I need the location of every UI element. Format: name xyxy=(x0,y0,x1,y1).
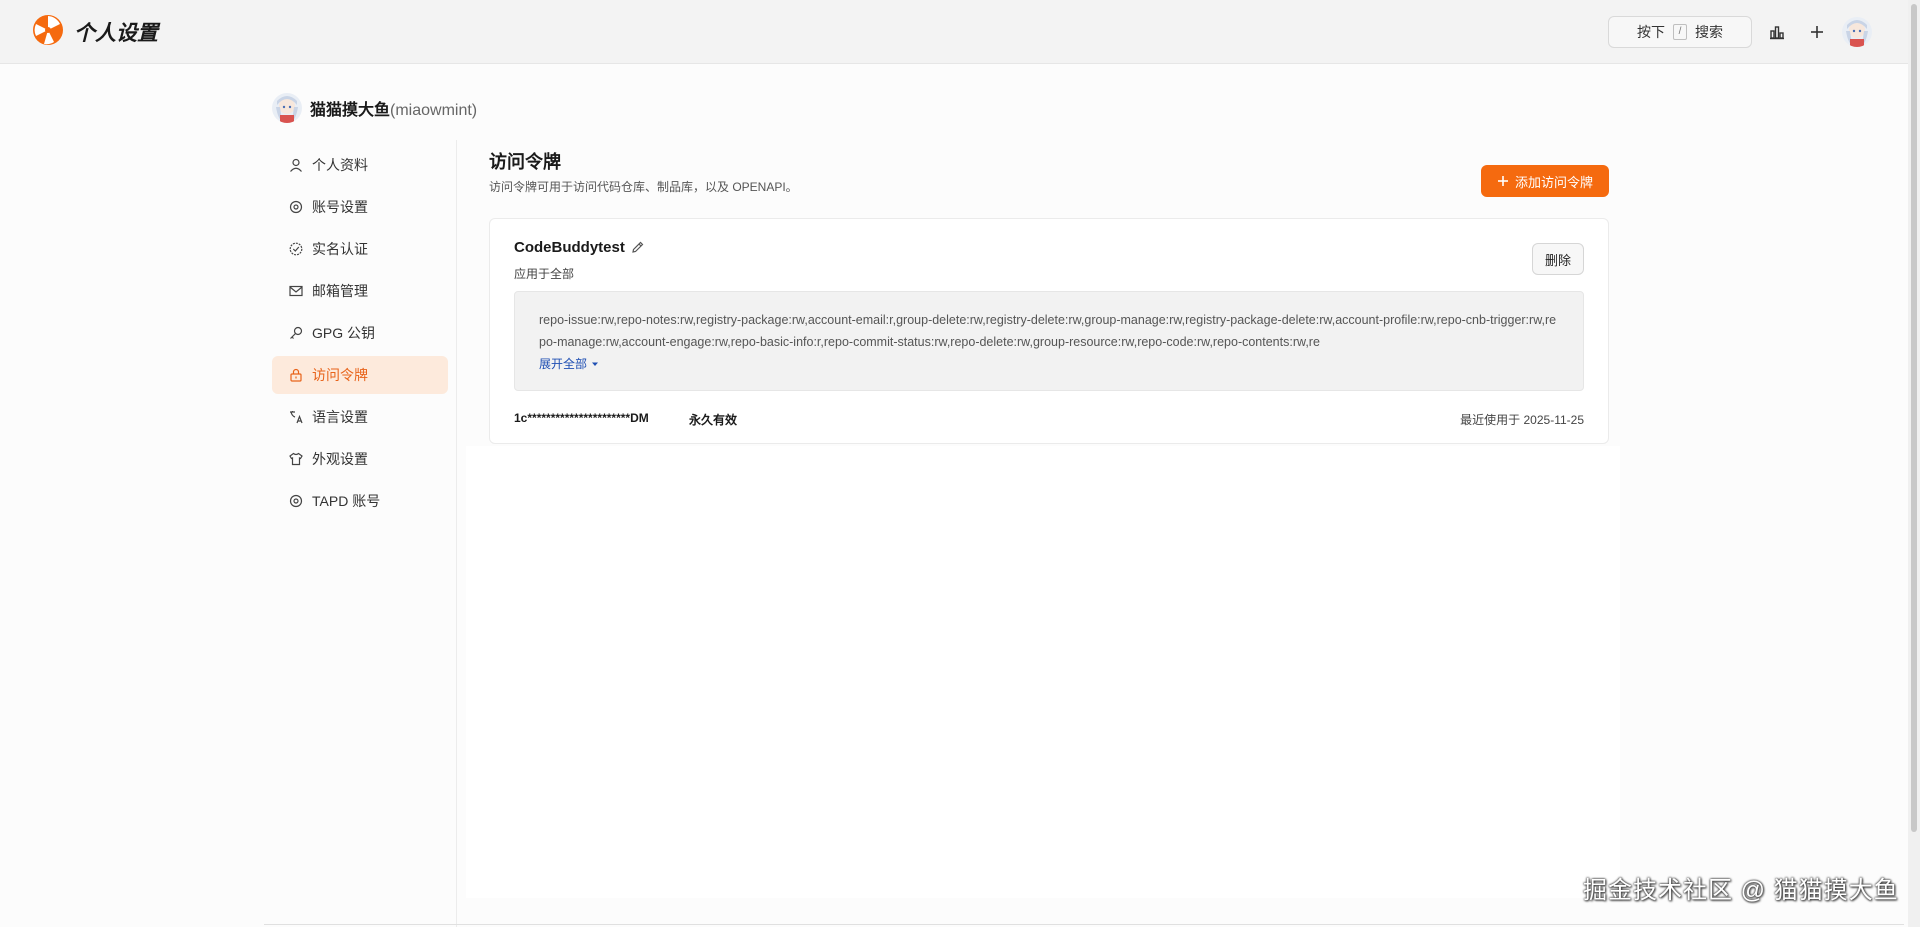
sidebar-item-label: 语言设置 xyxy=(312,409,368,425)
gear-icon xyxy=(289,494,303,508)
user-icon xyxy=(290,158,302,172)
user-header: 猫猫摸大鱼 (miaowmint) xyxy=(272,92,477,124)
gear-icon xyxy=(289,200,303,214)
sidebar-item-label: TAPD 账号 xyxy=(312,493,381,509)
mail-icon xyxy=(289,285,303,297)
search-button[interactable]: 按下 / 搜索 xyxy=(1608,16,1752,48)
brand: 个人设置 xyxy=(32,14,158,51)
caret-down-icon xyxy=(592,362,599,366)
sidebar-item-label: 邮箱管理 xyxy=(312,283,368,299)
main-content-area xyxy=(466,446,1620,898)
token-value: 1c**********************DM xyxy=(514,411,649,425)
sidebar-item-access-token[interactable]: 访问令牌 xyxy=(272,356,448,394)
sidebar-item-label: GPG 公钥 xyxy=(312,325,376,341)
token-card: CodeBuddytest 应用于全部 删除 repo-issue:rw,rep… xyxy=(489,218,1609,444)
permissions-text: repo-issue:rw,repo-notes:rw,registry-pac… xyxy=(539,313,1557,349)
token-validity: 永久有效 xyxy=(689,413,738,427)
lock-icon xyxy=(290,368,302,382)
add-access-token-button[interactable]: 添加访问令牌 xyxy=(1481,165,1609,197)
search-hint-prefix: 按下 xyxy=(1637,24,1665,40)
sidebar-item-label: 外观设置 xyxy=(312,451,368,467)
sidebar-item-gpg[interactable]: GPG 公钥 xyxy=(272,314,448,352)
sidebar-item-appearance[interactable]: 外观设置 xyxy=(272,440,448,478)
sidebar-item-email[interactable]: 邮箱管理 xyxy=(272,272,448,310)
expand-all-label: 展开全部 xyxy=(539,357,588,371)
plus-icon[interactable] xyxy=(1807,22,1827,42)
page-title-brand: 个人设置 xyxy=(74,22,158,45)
translate-icon xyxy=(290,411,303,424)
sidebar-item-label: 实名认证 xyxy=(312,241,368,257)
token-scope: 应用于全部 xyxy=(514,267,575,281)
sidebar-item-profile[interactable]: 个人资料 xyxy=(272,146,448,184)
add-button-label: 添加访问令牌 xyxy=(1514,174,1593,190)
user-display-name: 猫猫摸大鱼 xyxy=(310,102,391,119)
key-icon xyxy=(290,326,303,339)
shirt-icon xyxy=(289,452,303,466)
plus-icon xyxy=(1497,176,1508,186)
pencil-icon[interactable] xyxy=(631,240,645,259)
search-shortcut-key: / xyxy=(1673,24,1687,40)
user-login-name: (miaowmint) xyxy=(390,102,478,119)
avatar[interactable] xyxy=(1842,17,1872,47)
divider xyxy=(456,140,457,927)
bottom-divider xyxy=(264,924,1904,925)
sidebar-item-verification[interactable]: 实名认证 xyxy=(272,230,448,268)
verified-icon xyxy=(289,242,303,256)
token-name: CodeBuddytest xyxy=(514,239,625,256)
top-bar: 个人设置 按下 / 搜索 xyxy=(0,0,1920,64)
sidebar-item-label: 访问令牌 xyxy=(312,367,368,383)
watermark: 掘金技术社区 @ 猫猫摸大鱼 xyxy=(1583,877,1899,904)
sidebar-item-label: 个人资料 xyxy=(312,157,368,173)
scrollbar-thumb[interactable] xyxy=(1911,4,1917,832)
sidebar-item-tapd[interactable]: TAPD 账号 xyxy=(272,482,448,520)
sidebar-item-language[interactable]: 语言设置 xyxy=(272,398,448,436)
page-description: 访问令牌可用于访问代码仓库、制品库，以及 OPENAPI。 xyxy=(489,180,798,194)
delete-button[interactable]: 删除 xyxy=(1532,243,1584,275)
user-avatar xyxy=(272,93,302,123)
page-title: 访问令牌 xyxy=(489,152,561,172)
logo-icon[interactable] xyxy=(32,14,64,51)
sidebar-item-label: 账号设置 xyxy=(312,199,368,215)
chart-bar-icon[interactable] xyxy=(1767,22,1787,42)
last-used: 最近使用于 2025-11-25 xyxy=(1460,413,1584,427)
search-label: 搜索 xyxy=(1695,24,1723,40)
sidebar-item-account[interactable]: 账号设置 xyxy=(272,188,448,226)
permissions-box: repo-issue:rw,repo-notes:rw,registry-pac… xyxy=(514,291,1584,391)
expand-all-link[interactable]: 展开全部 xyxy=(539,355,599,372)
sidebar: 个人资料 账号设置 实名认证 邮箱管理 GPG 公钥 访问令牌 语言设置 外观设… xyxy=(272,146,448,524)
